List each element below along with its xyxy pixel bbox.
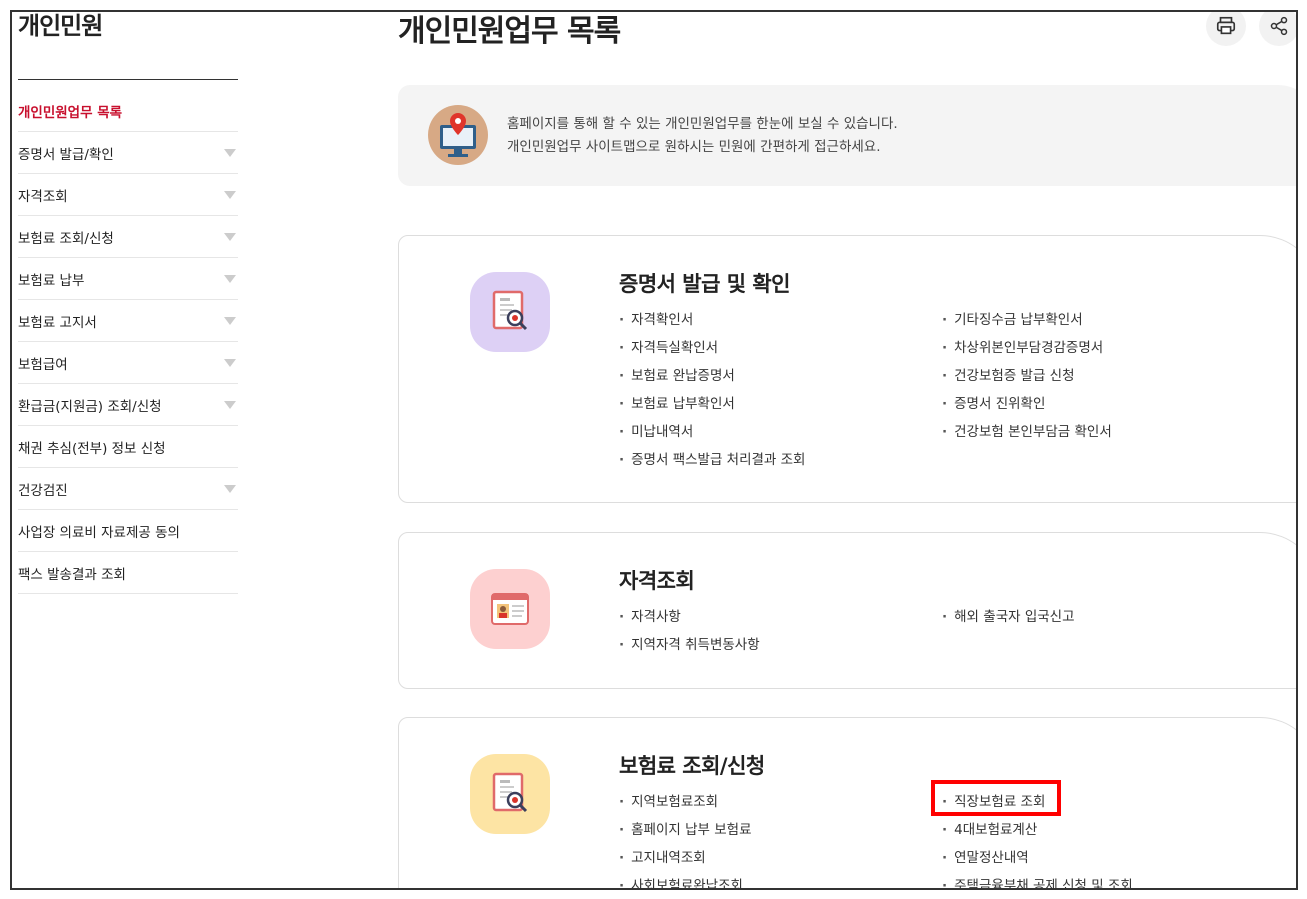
document-search-icon [470,272,550,352]
service-link[interactable]: 자격확인서 [619,306,805,334]
service-link[interactable]: 보험료 납부확인서 [619,390,805,418]
sidebar-item-label: 보험료 조회/신청 [18,230,114,247]
service-link-list: 해외 출국자 입국신고 [942,603,1074,631]
service-link[interactable]: 증명서 진위확인 [942,390,1112,418]
service-link-list: 자격사항지역자격 취득변동사항 [619,603,760,659]
sidebar-item[interactable]: 보험급여 [18,342,238,384]
service-link[interactable]: 건강보험증 발급 신청 [942,362,1112,390]
sidebar-item[interactable]: 팩스 발송결과 조회 [18,552,238,594]
service-link[interactable]: 고지내역조회 [619,844,752,872]
chevron-down-icon[interactable] [224,358,236,367]
service-link-list: 자격확인서자격득실확인서보험료 완납증명서보험료 납부확인서미납내역서증명서 팩… [619,306,805,474]
card-title: 증명서 발급 및 확인 [619,272,791,296]
sidebar-item[interactable]: 보험료 조회/신청 [18,216,238,258]
sidebar-item[interactable]: 보험료 납부 [18,258,238,300]
sidebar-item[interactable]: 자격조회 [18,174,238,216]
service-link[interactable]: 사회보험료완납조회 [619,872,752,888]
intro-text-line1: 홈페이지를 통해 할 수 있는 개인민원업무를 한눈에 보실 수 있습니다. [507,116,898,132]
service-card: 자격조회자격사항지역자격 취득변동사항 해외 출국자 입국신고 [398,532,1296,689]
sidebar-item[interactable]: 사업장 의료비 자료제공 동의 [18,510,238,552]
service-link[interactable]: 4대보험료계산 [942,816,1133,844]
service-link[interactable]: 기타징수금 납부확인서 [942,306,1112,334]
print-button[interactable] [1206,12,1246,46]
service-link[interactable]: 보험료 완납증명서 [619,362,805,390]
sidebar-item-label: 환급금(지원금) 조회/신청 [18,398,162,415]
id-card-icon [470,569,550,649]
share-icon [1270,16,1288,36]
sidebar-item[interactable]: 증명서 발급/확인 [18,132,238,174]
sidebar-item-label: 채권 추심(전부) 정보 신청 [18,440,166,457]
chevron-down-icon[interactable] [224,190,236,199]
service-link[interactable]: 자격득실확인서 [619,334,805,362]
service-link[interactable]: 지역보험료조회 [619,788,752,816]
service-link[interactable]: 주택금융부채 공제 신청 및 조회 [942,872,1133,888]
service-link[interactable]: 해외 출국자 입국신고 [942,603,1074,631]
card-title: 자격조회 [619,569,695,593]
service-link-list: 기타징수금 납부확인서차상위본인부담경감증명서건강보험증 발급 신청증명서 진위… [942,306,1112,446]
sidebar-item-label: 보험료 납부 [18,272,85,289]
service-link[interactable]: 건강보험 본인부담금 확인서 [942,418,1112,446]
sidebar-item[interactable]: 채권 추심(전부) 정보 신청 [18,426,238,468]
sidebar-menu: 개인민원업무 목록증명서 발급/확인자격조회보험료 조회/신청보험료 납부보험료… [18,90,238,594]
sidebar-item[interactable]: 보험료 고지서 [18,300,238,342]
chevron-down-icon[interactable] [224,316,236,325]
chevron-down-icon[interactable] [224,274,236,283]
sidebar-item-label: 사업장 의료비 자료제공 동의 [18,524,180,541]
intro-box: 홈페이지를 통해 할 수 있는 개인민원업무를 한눈에 보실 수 있습니다. 개… [398,85,1296,186]
chevron-down-icon[interactable] [224,400,236,409]
page-frame: 개인민원 개인민원업무 목록 증명서 발급/확인 자격조회 보험료 조회/신청 보험료 … [10,10,1298,890]
card-title: 보험료 조회/신청 [619,754,765,778]
sidebar-item[interactable]: 개인민원업무 목록 [18,90,238,132]
chevron-down-icon[interactable] [224,484,236,493]
chevron-down-icon[interactable] [224,148,236,157]
sidebar-item-label: 보험료 고지서 [18,314,97,331]
service-link[interactable]: 증명서 팩스발급 처리결과 조회 [619,446,805,474]
sidebar-item-label: 증명서 발급/확인 [18,146,114,163]
service-card: 보험료 조회/신청지역보험료조회홈페이지 납부 보험료고지내역조회사회보험료완납… [398,717,1296,888]
document-search-icon [470,754,550,834]
service-card: 증명서 발급 및 확인자격확인서자격득실확인서보험료 완납증명서보험료 납부확인… [398,235,1296,503]
sidebar-item[interactable]: 건강검진 [18,468,238,510]
intro-text-line2: 개인민원업무 사이트맵으로 원하시는 민원에 간편하게 접근하세요. [507,139,881,155]
page-title: 개인민원업무 목록 [398,14,621,49]
highlight-box [931,780,1061,816]
service-link-list: 지역보험료조회홈페이지 납부 보험료고지내역조회사회보험료완납조회 [619,788,752,888]
service-link[interactable]: 미납내역서 [619,418,805,446]
sidebar-item[interactable]: 환급금(지원금) 조회/신청 [18,384,238,426]
sidebar-item-label: 개인민원업무 목록 [18,104,123,121]
sidebar-item-label: 자격조회 [18,188,68,205]
chevron-down-icon[interactable] [224,232,236,241]
service-link[interactable]: 연말정산내역 [942,844,1133,872]
sidebar-title: 개인민원 [18,12,103,40]
service-link[interactable]: 차상위본인부담경감증명서 [942,334,1112,362]
service-link[interactable]: 자격사항 [619,603,760,631]
sidebar-item-label: 팩스 발송결과 조회 [18,566,126,583]
sidebar-divider [18,79,238,80]
sitemap-monitor-icon [428,105,488,165]
service-link[interactable]: 홈페이지 납부 보험료 [619,816,751,844]
share-button[interactable] [1259,12,1296,46]
service-link[interactable]: 지역자격 취득변동사항 [619,631,760,659]
printer-icon [1216,16,1236,35]
sidebar-item-label: 건강검진 [18,482,68,499]
sidebar-item-label: 보험급여 [18,356,68,373]
